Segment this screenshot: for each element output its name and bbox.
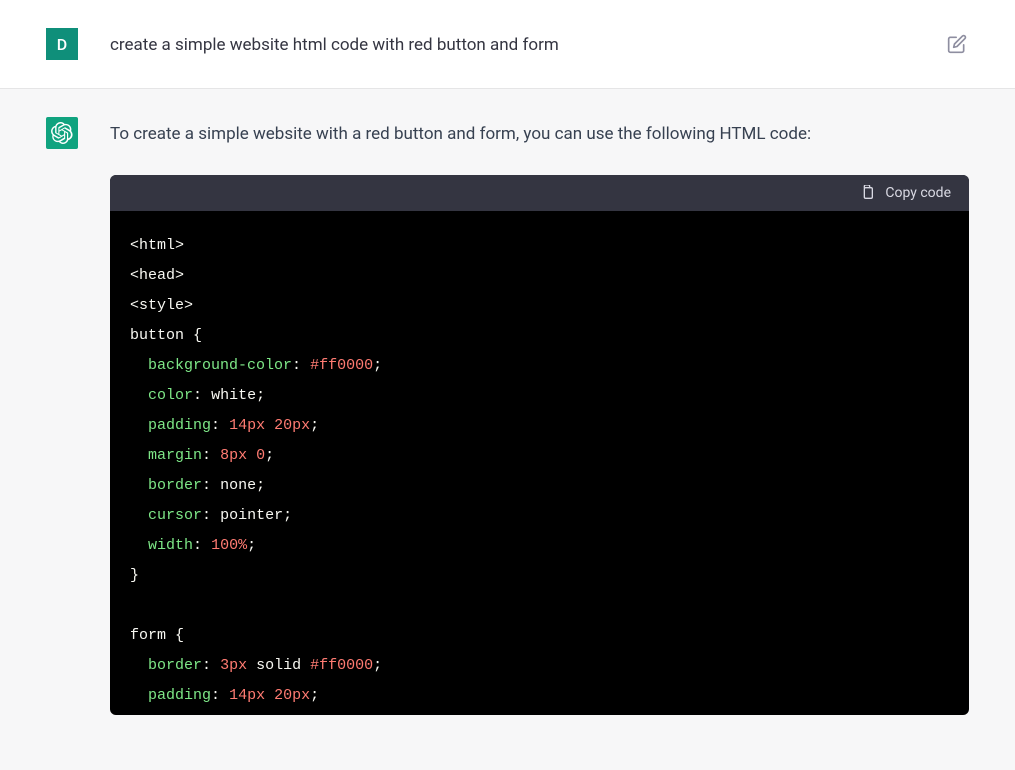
code-line: cursor: pointer;	[130, 501, 949, 531]
code-line: margin: 8px 0;	[130, 441, 949, 471]
code-line: background-color: #ff0000;	[130, 351, 949, 381]
assistant-content: To create a simple website with a red bu…	[110, 117, 969, 715]
code-line: padding: 14px 20px;	[130, 411, 949, 441]
code-line: <style>	[130, 291, 949, 321]
code-line: }	[130, 561, 949, 591]
copy-code-label: Copy code	[885, 185, 951, 201]
user-avatar: D	[46, 28, 78, 60]
code-line: padding: 14px 20px;	[130, 681, 949, 711]
code-line: border: none;	[130, 471, 949, 501]
code-block-header: Copy code	[110, 175, 969, 211]
clipboard-icon	[859, 185, 875, 201]
user-avatar-letter: D	[57, 35, 67, 54]
code-line	[130, 591, 949, 621]
edit-icon	[947, 34, 967, 54]
user-message-text: create a simple website html code with r…	[110, 28, 913, 59]
code-line: border: 3px solid #ff0000;	[130, 651, 949, 681]
code-line: button {	[130, 321, 949, 351]
user-message-row: D create a simple website html code with…	[0, 0, 1015, 89]
assistant-avatar	[46, 117, 78, 149]
assistant-message-row: To create a simple website with a red bu…	[0, 89, 1015, 715]
edit-button[interactable]	[945, 32, 969, 56]
code-line: form {	[130, 621, 949, 651]
code-line: <head>	[130, 261, 949, 291]
copy-code-button[interactable]: Copy code	[859, 185, 951, 201]
openai-logo-icon	[51, 122, 73, 144]
assistant-message-text: To create a simple website with a red bu…	[110, 117, 969, 151]
code-line: <html>	[130, 231, 949, 261]
code-block: Copy code <html> <head> <style> button {…	[110, 175, 969, 715]
code-line: color: white;	[130, 381, 949, 411]
code-line: width: 100%;	[130, 531, 949, 561]
code-body: <html> <head> <style> button { backgroun…	[110, 211, 969, 715]
